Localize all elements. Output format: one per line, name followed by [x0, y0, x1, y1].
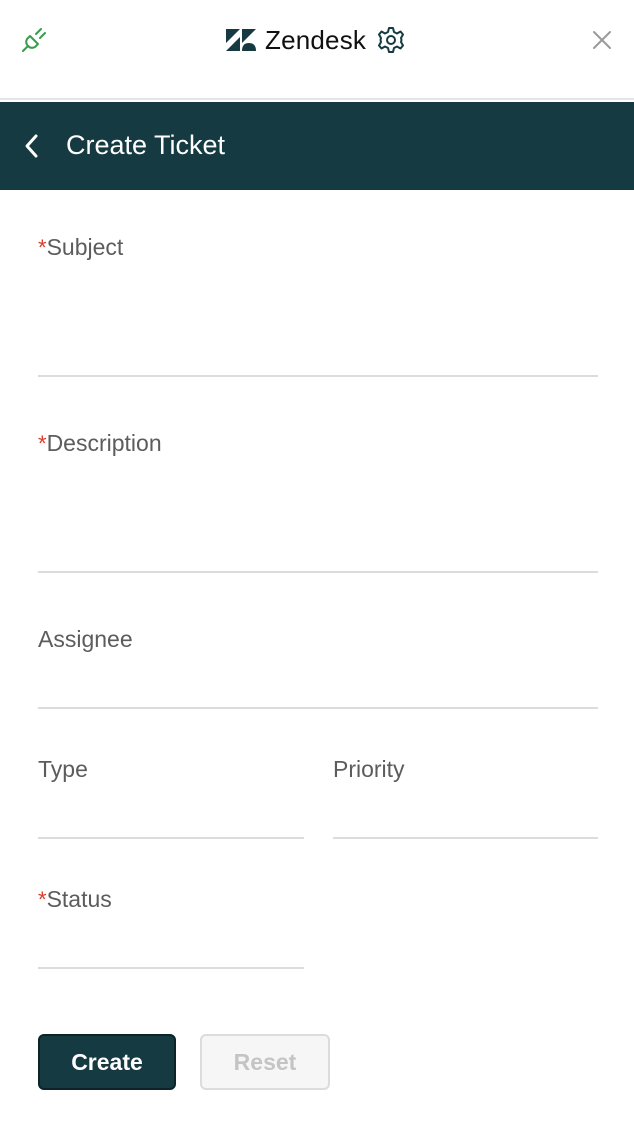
top-bar: Zendesk [0, 0, 634, 100]
page-title: Create Ticket [66, 130, 226, 160]
subject-input[interactable] [38, 333, 598, 369]
priority-field: Priority [333, 755, 598, 841]
description-underline [38, 571, 598, 573]
close-icon[interactable] [590, 28, 614, 52]
required-marker: * [38, 235, 47, 260]
subject-underline [38, 375, 598, 377]
description-label: *Description [38, 430, 162, 456]
priority-label: Priority [333, 756, 405, 782]
description-input[interactable] [38, 529, 598, 565]
brand-name: Zendesk [265, 24, 367, 55]
subject-label: *Subject [38, 234, 124, 260]
status-underline [38, 967, 304, 969]
assignee-label: Assignee [38, 626, 133, 652]
status-field: *Status [38, 885, 304, 971]
gear-icon[interactable] [377, 26, 405, 54]
type-underline [38, 837, 304, 839]
priority-input[interactable] [333, 797, 598, 833]
status-input[interactable] [38, 927, 304, 963]
assignee-input[interactable] [38, 667, 598, 703]
brand: Zendesk [226, 24, 405, 56]
required-marker: * [38, 431, 47, 456]
type-input[interactable] [38, 797, 304, 833]
assignee-field: Assignee [38, 625, 598, 711]
reset-button[interactable]: Reset [200, 1034, 330, 1090]
type-label: Type [38, 756, 88, 782]
type-field: Type [38, 755, 304, 841]
assignee-underline [38, 707, 598, 709]
chevron-left-icon[interactable] [20, 132, 44, 160]
required-marker: * [38, 887, 47, 912]
description-field: *Description [38, 429, 598, 575]
zendesk-logo-icon [226, 29, 256, 51]
plug-icon[interactable] [20, 24, 50, 54]
status-label: *Status [38, 886, 112, 912]
subject-field: *Subject [38, 233, 598, 379]
page-header: Create Ticket [0, 102, 634, 190]
create-button[interactable]: Create [38, 1034, 176, 1090]
priority-underline [333, 837, 598, 839]
